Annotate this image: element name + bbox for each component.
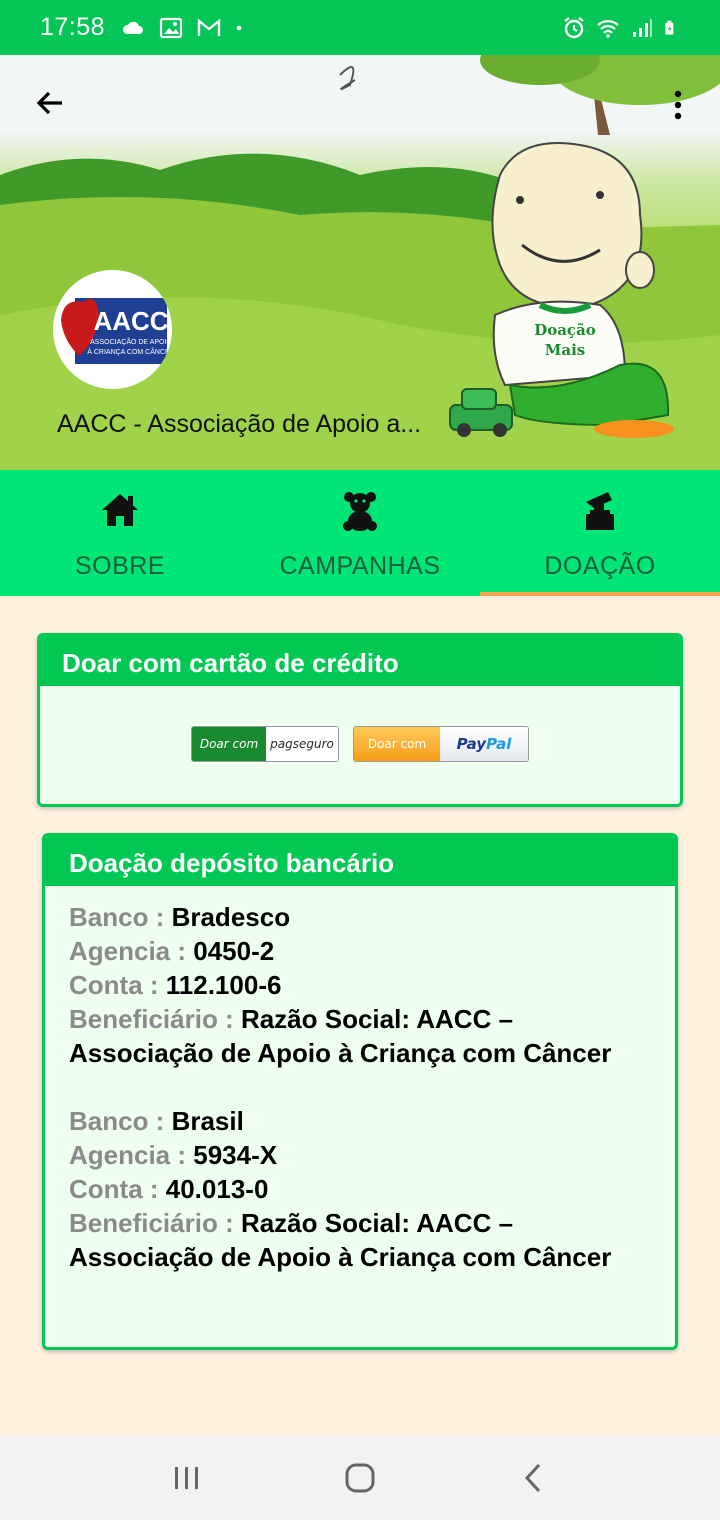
bank-label: Banco : bbox=[69, 902, 172, 932]
teddy-bear-icon bbox=[343, 492, 377, 531]
recent-apps-icon bbox=[174, 1467, 198, 1489]
paypal-button[interactable]: Doar com Pay Pal bbox=[353, 726, 529, 762]
tab-bar: SOBRE CAMPANHAS DOAÇÃO bbox=[0, 470, 720, 596]
agency-line: Agencia : 0450-2 bbox=[69, 934, 651, 968]
account-value: 112.100-6 bbox=[165, 970, 282, 1000]
tab-label: CAMPANHAS bbox=[279, 552, 441, 580]
paypal-logo-part: Pal bbox=[486, 735, 512, 753]
svg-text:Doação: Doação bbox=[534, 321, 596, 339]
alarm-icon bbox=[564, 16, 584, 38]
recent-apps-button[interactable] bbox=[157, 1448, 217, 1508]
svg-text:À CRIANÇA COM CÂNCER: À CRIANÇA COM CÂNCER bbox=[87, 347, 172, 356]
account-label: Conta : bbox=[69, 970, 166, 1000]
overflow-menu-button[interactable] bbox=[658, 85, 698, 125]
account-line: Conta : 112.100-6 bbox=[69, 968, 651, 1002]
home-icon bbox=[102, 494, 138, 526]
back-nav-button[interactable] bbox=[503, 1448, 563, 1508]
agency-value: 5934-X bbox=[193, 1140, 278, 1170]
status-left-icons bbox=[121, 17, 249, 39]
header-banner: Doação Mais AACC ASSOCIAÇÃO DE APOIO À C… bbox=[0, 55, 720, 470]
bank-account: Banco : Brasil Agencia : 5934-X Conta : … bbox=[69, 1104, 651, 1274]
bank-value: Brasil bbox=[171, 1106, 244, 1136]
tab-label: SOBRE bbox=[74, 552, 166, 580]
bank-account: Banco : Bradesco Agencia : 0450-2 Conta … bbox=[69, 900, 651, 1070]
chevron-left-icon bbox=[525, 1463, 541, 1493]
pagseguro-right-label: pagseguro bbox=[266, 727, 338, 761]
gmail-icon bbox=[197, 18, 221, 36]
credit-card-donation-card: Doar com cartão de crédito Doar com pags… bbox=[37, 633, 683, 807]
pagseguro-button[interactable]: Doar com pagseguro bbox=[191, 726, 339, 762]
status-bar: 17:58 bbox=[0, 0, 720, 55]
pagseguro-left-label: Doar com bbox=[192, 727, 266, 761]
card-title: Doação depósito bancário bbox=[45, 836, 675, 886]
agency-value: 0450-2 bbox=[193, 936, 275, 966]
beneficiary-label: Beneficiário : bbox=[69, 1208, 241, 1238]
bank-line: Banco : Bradesco bbox=[69, 900, 651, 934]
bank-label: Banco : bbox=[69, 1106, 172, 1136]
cloud-icon bbox=[123, 21, 144, 34]
donation-box-icon bbox=[586, 492, 614, 530]
account-label: Conta : bbox=[69, 1174, 166, 1204]
home-button[interactable] bbox=[330, 1448, 390, 1508]
arrow-left-icon bbox=[36, 91, 62, 115]
agency-line: Agencia : 5934-X bbox=[69, 1138, 651, 1172]
agency-label: Agencia : bbox=[69, 1140, 194, 1170]
home-circle-icon bbox=[345, 1463, 375, 1493]
wifi-icon bbox=[597, 19, 619, 38]
beneficiary-line: Beneficiário : Razão Social: AACC – Asso… bbox=[69, 1206, 651, 1274]
organization-name: AACC - Associação de Apoio a... bbox=[57, 410, 422, 438]
image-icon bbox=[159, 17, 183, 38]
back-button[interactable] bbox=[30, 83, 70, 123]
signal-icon bbox=[633, 18, 652, 37]
bank-value: Bradesco bbox=[171, 902, 291, 932]
more-vertical-icon bbox=[674, 90, 682, 120]
tab-sobre[interactable]: SOBRE bbox=[0, 470, 240, 596]
svg-text:Mais: Mais bbox=[545, 341, 585, 359]
beneficiary-line: Beneficiário : Razão Social: AACC – Asso… bbox=[69, 1002, 651, 1070]
status-time: 17:58 bbox=[40, 13, 106, 41]
account-line: Conta : 40.013-0 bbox=[69, 1172, 651, 1206]
organization-logo: AACC ASSOCIAÇÃO DE APOIO À CRIANÇA COM C… bbox=[53, 270, 172, 389]
tab-campanhas[interactable]: CAMPANHAS bbox=[240, 470, 480, 596]
status-right-icons bbox=[562, 16, 680, 39]
system-navigation-bar bbox=[0, 1436, 720, 1520]
tab-doacao[interactable]: DOAÇÃO bbox=[480, 470, 720, 596]
account-value: 40.013-0 bbox=[165, 1174, 269, 1204]
payment-buttons: Doar com pagseguro Doar com Pay Pal bbox=[40, 726, 680, 762]
svg-text:ASSOCIAÇÃO DE APOIO: ASSOCIAÇÃO DE APOIO bbox=[90, 337, 172, 346]
beneficiary-label: Beneficiário : bbox=[69, 1004, 241, 1034]
bank-deposit-card: Doação depósito bancário Banco : Bradesc… bbox=[42, 833, 678, 1350]
card-title: Doar com cartão de crédito bbox=[40, 636, 680, 686]
battery-icon bbox=[665, 20, 674, 35]
bank-line: Banco : Brasil bbox=[69, 1104, 651, 1138]
tab-label: DOAÇÃO bbox=[544, 552, 656, 580]
paypal-left-label: Doar com bbox=[354, 727, 440, 761]
paypal-logo: Pay Pal bbox=[440, 727, 528, 761]
logo-text: AACC bbox=[93, 306, 168, 336]
paypal-logo-part: Pay bbox=[456, 735, 487, 753]
bank-accounts: Banco : Bradesco Agencia : 0450-2 Conta … bbox=[45, 886, 675, 1274]
dot-icon bbox=[236, 25, 242, 30]
banner-illustration: Doação Mais bbox=[0, 55, 720, 470]
agency-label: Agencia : bbox=[69, 936, 194, 966]
